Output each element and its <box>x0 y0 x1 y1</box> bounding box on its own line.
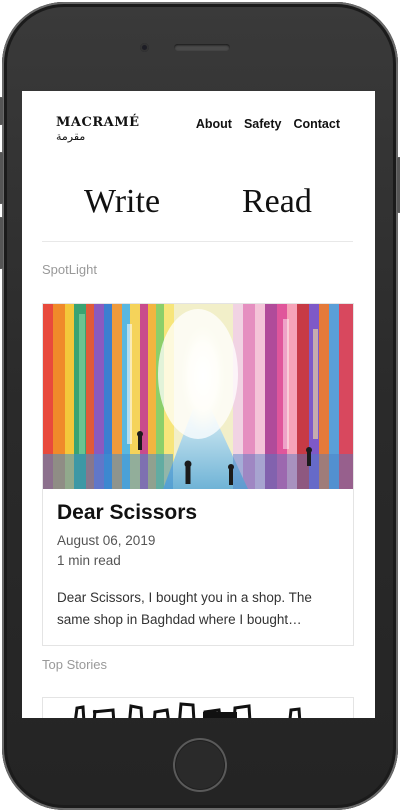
spotlight-story-card[interactable]: Dear Scissors August 06, 2019 1 min read… <box>42 303 354 646</box>
nav-contact-link[interactable]: Contact <box>293 117 340 131</box>
read-link[interactable]: Read <box>242 183 312 221</box>
volume-up-button <box>0 152 3 204</box>
story-cover-image <box>43 304 353 489</box>
earpiece-speaker <box>174 44 230 51</box>
nav-safety-link[interactable]: Safety <box>244 117 282 131</box>
hero-links: Write Read <box>42 183 353 223</box>
card-body: Dear Scissors August 06, 2019 1 min read… <box>43 489 353 645</box>
story-date: August 06, 2019 <box>57 533 156 548</box>
site-header: MACRAMÉ مقرمة About Safety Contact <box>22 91 375 161</box>
logo-subtitle: مقرمة <box>56 130 86 143</box>
write-link[interactable]: Write <box>84 183 160 221</box>
top-story-cover-image <box>43 698 353 718</box>
divider <box>42 241 353 242</box>
story-title[interactable]: Dear Scissors <box>57 501 339 525</box>
volume-down-button <box>0 217 3 269</box>
site-logo[interactable]: MACRAMÉ مقرمة <box>56 115 140 144</box>
top-stories-section-label: Top Stories <box>42 657 108 672</box>
mute-switch <box>0 97 3 125</box>
screen: MACRAMÉ مقرمة About Safety Contact Write… <box>22 91 375 718</box>
main-nav: About Safety Contact <box>196 117 340 131</box>
top-story-card[interactable] <box>42 697 354 718</box>
logo-title: MACRAMÉ <box>56 115 140 130</box>
nav-about-link[interactable]: About <box>196 117 232 131</box>
home-button[interactable] <box>173 738 227 792</box>
spotlight-section-label: SpotLight <box>42 262 97 277</box>
front-camera-icon <box>140 43 149 52</box>
story-read-time: 1 min read <box>57 553 121 568</box>
story-excerpt: Dear Scissors, I bought you in a shop. T… <box>57 590 312 627</box>
